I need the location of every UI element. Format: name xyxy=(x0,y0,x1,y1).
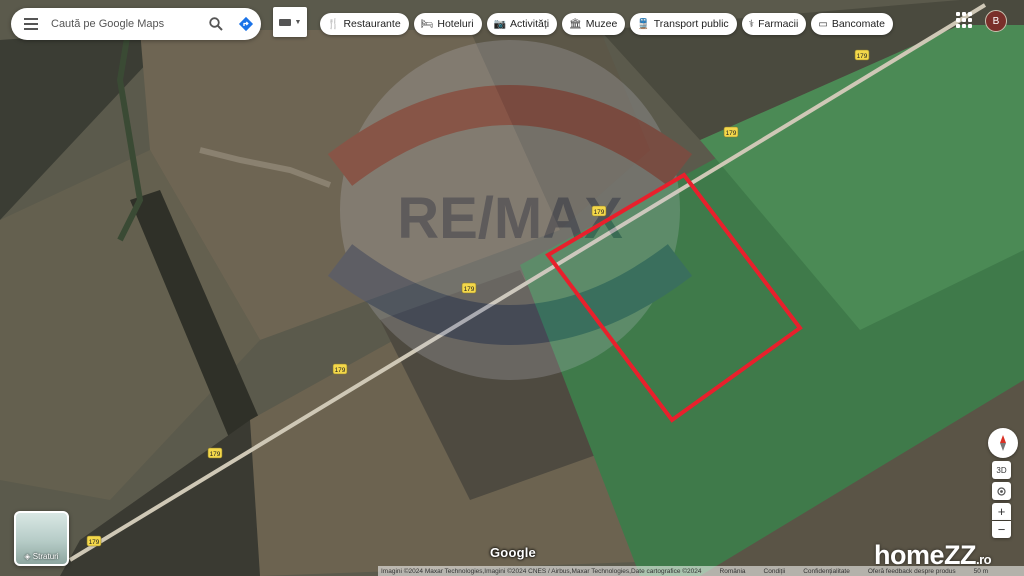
road-shield: 179 xyxy=(461,282,477,294)
watermark-text: RE/MAX xyxy=(397,186,623,251)
train-icon: 🚆 xyxy=(637,18,650,30)
camera-icon: 📷 xyxy=(493,18,506,30)
menu-icon[interactable] xyxy=(11,8,51,40)
chip-label: Farmacii xyxy=(758,18,799,30)
svg-text:179: 179 xyxy=(89,539,100,546)
category-chips: 🍴 Restaurante 🛏 Hoteluri 📷 Activități 🏛 Muze… xyxy=(320,13,893,35)
road-shield: 179 xyxy=(591,205,607,217)
zoom-out-button[interactable]: − xyxy=(992,521,1011,538)
svg-text:179: 179 xyxy=(726,130,737,137)
homezz-watermark: homeZZ.ro xyxy=(874,540,992,570)
search-box[interactable]: Caută pe Google Maps xyxy=(11,8,261,40)
chip-restaurante[interactable]: 🍴 Restaurante xyxy=(320,13,409,35)
chip-hoteluri[interactable]: 🛏 Hoteluri xyxy=(413,13,482,35)
3d-button[interactable]: 3D xyxy=(992,461,1011,479)
svg-text:179: 179 xyxy=(594,209,605,216)
chip-activitati[interactable]: 📷 Activități xyxy=(486,13,558,35)
road-shield: 179 xyxy=(332,363,348,375)
layers-label: ◈ Straturi xyxy=(24,552,59,561)
chip-label: Bancomate xyxy=(831,18,885,30)
chevron-down-icon: ▼ xyxy=(294,18,302,26)
compass-icon xyxy=(1000,435,1006,451)
keyboard-icon xyxy=(278,18,291,26)
svg-text:179: 179 xyxy=(464,286,475,293)
directions-icon[interactable] xyxy=(231,8,261,40)
chip-label: Transport public xyxy=(653,18,729,30)
account-avatar[interactable]: B xyxy=(985,10,1007,32)
privacy-link[interactable]: Confidențialitate xyxy=(803,568,850,575)
chip-label: Muzee xyxy=(585,18,618,30)
my-location-button[interactable] xyxy=(992,482,1011,500)
bed-icon: 🛏 xyxy=(420,18,434,30)
museum-icon: 🏛 xyxy=(569,18,582,30)
layers-button[interactable]: ◈ Straturi xyxy=(14,511,69,566)
chip-label: Restaurante xyxy=(343,18,401,30)
layers-icon: ◈ xyxy=(24,552,31,561)
fork-knife-icon: 🍴 xyxy=(327,18,340,30)
watermark: RE/MAX xyxy=(327,40,693,380)
road-shield: 179 xyxy=(723,126,739,138)
location-icon xyxy=(997,486,1006,496)
country-link[interactable]: România xyxy=(720,568,746,575)
apps-grid-icon[interactable] xyxy=(956,12,972,28)
road-shield: 179 xyxy=(207,447,223,459)
atm-icon: ▭ xyxy=(818,18,828,30)
search-icon[interactable] xyxy=(201,8,231,40)
road-shield: 179 xyxy=(854,49,870,61)
chip-muzee[interactable]: 🏛 Muzee xyxy=(562,13,626,35)
road-shield: 179 xyxy=(86,535,102,547)
filter-dropdown[interactable]: ▼ xyxy=(273,7,307,37)
zoom-in-button[interactable]: + xyxy=(992,503,1011,520)
terms-link[interactable]: Condiții xyxy=(764,568,786,575)
svg-text:179: 179 xyxy=(210,451,221,458)
compass-button[interactable] xyxy=(988,428,1018,458)
imagery-credit: Imagini ©2024 Maxar Technologies,Imagini… xyxy=(381,567,702,575)
svg-text:179: 179 xyxy=(857,53,868,60)
chip-label: Hoteluri xyxy=(437,18,474,30)
google-logo: Google xyxy=(490,545,536,560)
chip-bancomate[interactable]: ▭ Bancomate xyxy=(811,13,893,35)
pharmacy-icon: ⚕ xyxy=(748,18,755,30)
chip-label: Activități xyxy=(510,18,550,30)
search-input[interactable]: Caută pe Google Maps xyxy=(51,18,201,30)
svg-text:179: 179 xyxy=(335,367,346,374)
satellite-map[interactable]: RE/MAX 179 179 179 179 179 179 179 xyxy=(0,0,1024,576)
chip-farmacii[interactable]: ⚕ Farmacii xyxy=(741,13,807,35)
chip-transport-public[interactable]: 🚆 Transport public xyxy=(630,13,737,35)
